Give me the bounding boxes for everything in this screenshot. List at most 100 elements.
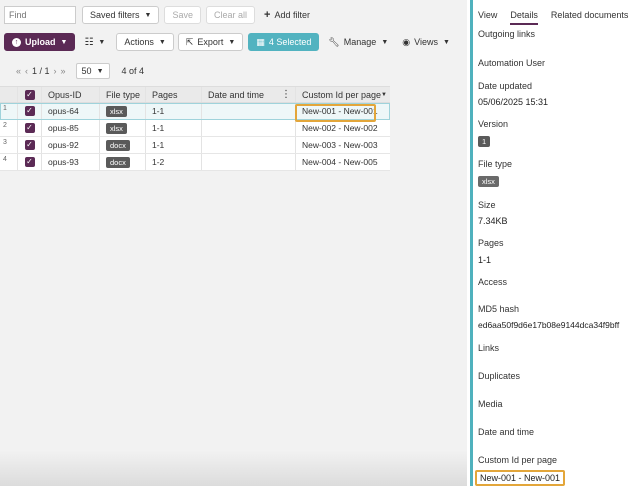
file-type-tag: docx (106, 156, 130, 168)
wrench-icon: 🔧︎ (328, 36, 340, 47)
pages-cell: 1-1 (146, 137, 202, 153)
result-count: 4 of 4 (121, 66, 145, 76)
opus-id-cell: opus-64 (42, 103, 100, 119)
prev-page-icon[interactable]: ‹ (25, 66, 28, 76)
upload-button[interactable]: ↑ Upload ▼ (4, 33, 76, 51)
saved-filters-button[interactable]: Saved filters ▼ (82, 6, 160, 24)
size-value: 7.34KB (478, 216, 508, 226)
export-button[interactable]: ⇱ Export ▼ (177, 33, 244, 51)
chevron-down-icon: ▼ (60, 38, 68, 46)
selected-count-label: 4 Selected (268, 37, 312, 47)
row-number-header (0, 87, 18, 102)
file-type-tag: docx (106, 139, 130, 151)
row-number: 4 (0, 154, 18, 170)
per-page-select[interactable]: 50 ▼ (75, 63, 110, 79)
tab-related-documents[interactable]: Related documents (551, 10, 629, 25)
column-header-pages[interactable]: Pages (146, 87, 202, 102)
manage-button[interactable]: 🔧︎ Manage ▼ (321, 33, 395, 51)
row-number: 3 (0, 137, 18, 153)
plus-icon: + (264, 9, 271, 21)
column-header-file-type[interactable]: File type (100, 87, 146, 102)
outgoing-links-label: Outgoing links (478, 29, 536, 39)
tab-view[interactable]: View (478, 10, 497, 25)
custom-id-cell: New-002 - New-002 (302, 123, 378, 133)
custom-id-cell: New-004 - New-005 (302, 157, 378, 167)
pages-cell: 1-1 (146, 120, 202, 136)
details-tabs: View Details Related documents Ve (478, 10, 634, 25)
check-icon[interactable]: ✓ (24, 140, 35, 150)
check-icon[interactable]: ✓ (24, 89, 35, 100)
views-button[interactable]: ◉ Views ▼ (395, 33, 457, 51)
date-time-cell (202, 120, 296, 136)
row-checkbox-cell[interactable]: ✓ (18, 137, 42, 153)
select-all-checkbox-cell[interactable]: ✓ (18, 87, 42, 102)
chevron-down-icon: ▼ (96, 67, 104, 75)
chevron-down-icon: ▼ (158, 38, 166, 46)
page-indicator: 1 / 1 (32, 66, 50, 76)
find-input[interactable] (4, 6, 76, 24)
views-label: Views (414, 37, 438, 47)
opus-id-cell: opus-93 (42, 154, 100, 170)
export-label: Export (197, 37, 224, 47)
file-type-cell: xlsx (100, 103, 146, 119)
row-checkbox-cell[interactable]: ✓ (18, 120, 42, 136)
filter-toolbar: Saved filters ▼ Save Clear all + Add fil… (4, 6, 317, 24)
check-icon[interactable]: ✓ (24, 157, 35, 167)
columns-button[interactable]: ☷ ▼ (77, 33, 112, 51)
custom-id-cell: New-003 - New-003 (302, 140, 378, 150)
details-panel: View Details Related documents Ve Outgoi… (470, 0, 634, 486)
links-label: Links (478, 343, 500, 353)
pagination: « ‹ 1 / 1 › » 50 ▼ 4 of 4 (16, 63, 144, 79)
last-page-icon[interactable]: » (61, 66, 66, 76)
check-icon[interactable]: ✓ (24, 106, 35, 116)
manage-label: Manage (343, 37, 377, 47)
document-list-pane: Saved filters ▼ Save Clear all + Add fil… (0, 0, 467, 486)
more-vertical-icon[interactable]: ⋮ (281, 89, 291, 100)
tab-details[interactable]: Details (510, 10, 538, 25)
opus-id-cell: opus-85 (42, 120, 100, 136)
opus-id-cell: opus-92 (42, 137, 100, 153)
first-page-icon[interactable]: « (16, 66, 21, 76)
table-row[interactable]: 2 ✓ opus-85 xlsx 1-1 New-002 - New-002 (0, 120, 390, 137)
table-row[interactable]: 4 ✓ opus-93 docx 1-2 New-004 - New-005 (0, 154, 390, 171)
version-value: 1 (478, 136, 491, 147)
column-header-custom-id[interactable]: Custom Id per page ▼ (296, 87, 390, 102)
column-header-opus-id[interactable]: Opus-ID (42, 87, 100, 102)
file-type-cell: docx (100, 154, 146, 170)
column-header-date-time[interactable]: Date and time ⋮ (202, 87, 296, 102)
chevron-down-icon: ▼ (98, 38, 106, 46)
clear-all-button[interactable]: Clear all (205, 6, 255, 24)
file-type-tag: xlsx (478, 176, 499, 187)
file-type-label: File type (478, 159, 513, 169)
file-type-tag: xlsx (106, 105, 127, 117)
chevron-down-icon: ▼ (144, 11, 152, 19)
actions-button[interactable]: Actions ▼ (116, 33, 174, 51)
selected-count-button[interactable]: ▦ 4 Selected (248, 33, 320, 51)
table-row[interactable]: 3 ✓ opus-92 docx 1-1 New-003 - New-003 (0, 137, 390, 154)
row-number: 1 (0, 103, 18, 119)
save-button[interactable]: Save (164, 6, 201, 24)
duplicates-label: Duplicates (478, 371, 521, 381)
eye-icon: ◉ (402, 36, 411, 47)
add-filter-button[interactable]: + Add filter (257, 6, 317, 24)
row-checkbox-cell[interactable]: ✓ (18, 103, 42, 119)
saved-filters-label: Saved filters (90, 10, 140, 20)
columns-icon: ☷ (84, 36, 94, 48)
chevron-down-icon: ▼ (228, 38, 236, 46)
check-icon[interactable]: ✓ (24, 123, 35, 133)
date-time-label: Date and time (478, 427, 535, 437)
chevron-down-icon: ▼ (381, 38, 389, 46)
row-number: 2 (0, 120, 18, 136)
sort-icon[interactable]: ▼ (381, 92, 387, 98)
row-checkbox-cell[interactable]: ✓ (18, 154, 42, 170)
file-type-cell: docx (100, 137, 146, 153)
upload-label: Upload (25, 37, 56, 47)
custom-id-header-label: Custom Id per page (302, 89, 382, 100)
date-updated-value: 05/06/2025 15:31 (478, 97, 549, 107)
next-page-icon[interactable]: › (54, 66, 57, 76)
pages-value: 1-1 (478, 255, 492, 265)
documents-table: ✓ Opus-ID File type Pages Date and time … (0, 86, 390, 171)
pages-cell: 1-2 (146, 154, 202, 170)
add-filter-label: Add filter (274, 10, 310, 20)
version-tag: 1 (478, 136, 491, 147)
